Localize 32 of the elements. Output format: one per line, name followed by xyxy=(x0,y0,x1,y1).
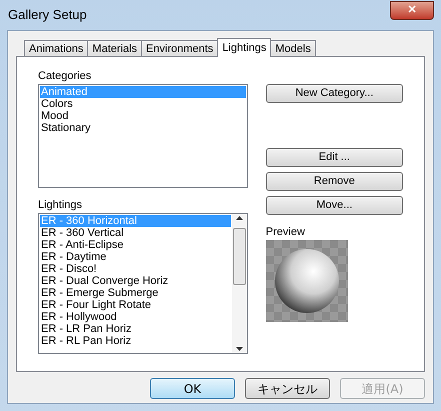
list-item[interactable]: Colors xyxy=(40,98,246,110)
list-item[interactable]: Stationary xyxy=(40,122,246,134)
tab[interactable]: Lightings xyxy=(217,38,272,57)
tab[interactable]: Animations xyxy=(24,40,88,57)
tab[interactable]: Models xyxy=(270,40,316,57)
list-item[interactable]: ER - Dual Converge Horiz xyxy=(40,275,231,287)
move-button[interactable]: Move... xyxy=(266,196,403,215)
dialog-button[interactable]: キャンセル xyxy=(245,378,330,399)
list-item[interactable]: ER - Hollywood xyxy=(40,311,231,323)
new-category-button[interactable]: New Category... xyxy=(266,84,403,103)
down-arrow-icon[interactable] xyxy=(236,347,243,351)
lightings-label: Lightings xyxy=(38,198,84,213)
scrollbar[interactable] xyxy=(232,214,247,353)
list-item[interactable]: Mood xyxy=(40,110,246,122)
list-item[interactable]: ER - Daytime xyxy=(40,251,231,263)
tab[interactable]: Materials xyxy=(87,40,142,57)
list-item[interactable]: ER - Disco! xyxy=(40,263,231,275)
list-item[interactable]: ER - LR Pan Horiz xyxy=(40,323,231,335)
list-item[interactable]: ER - Emerge Submerge xyxy=(40,287,231,299)
tab[interactable]: Environments xyxy=(141,40,218,57)
list-item[interactable]: ER - RL Pan Horiz xyxy=(40,335,231,347)
list-item[interactable]: ER - 360 Vertical xyxy=(40,227,231,239)
categories-label: Categories xyxy=(38,69,92,84)
up-arrow-icon[interactable] xyxy=(236,216,243,220)
window-title: Gallery Setup xyxy=(7,6,87,24)
edit-button[interactable]: Edit ... xyxy=(266,148,403,167)
list-item[interactable]: ER - Anti-Eclipse xyxy=(40,239,231,251)
preview-label: Preview xyxy=(266,225,306,239)
scrollbar-thumb[interactable] xyxy=(232,228,246,285)
dialog-button[interactable]: OK xyxy=(150,378,235,399)
remove-button[interactable]: Remove xyxy=(266,172,403,191)
list-item[interactable]: ER - Four Light Rotate xyxy=(40,299,231,311)
